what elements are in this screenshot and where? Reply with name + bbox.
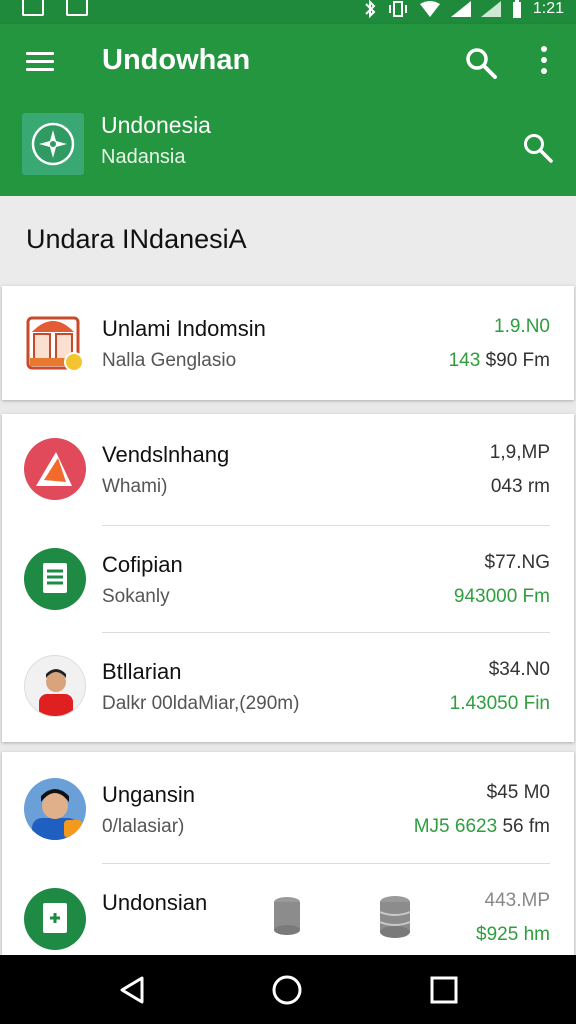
item-subtitle: Nalla Genglasio: [102, 350, 237, 371]
list-item[interactable]: Ungansin 0/lalasiar) $45 M0 MJ5 6623 56 …: [2, 756, 574, 862]
screenshot-notification-icon: [22, 0, 44, 16]
item-value-bottom-rest: $90 Fm: [480, 350, 550, 371]
shop-icon: [24, 312, 86, 374]
item-value-top: $77.NG: [484, 552, 550, 573]
item-value-top: 1.9.N0: [494, 316, 550, 337]
item-name: Unlami Indomsin: [102, 316, 266, 341]
item-value-bottom: 043 rm: [490, 476, 550, 497]
item-value-top: 1,9,MP: [489, 442, 550, 463]
app-title: Undowhan: [102, 44, 251, 76]
item-value-bottom-rest: 56 fm: [497, 816, 550, 837]
item-value-bottom: $925 hm: [476, 924, 550, 945]
item-value-bottom-green: 143: [448, 350, 481, 371]
person-avatar: [24, 655, 86, 717]
item-value-bottom: MJ5 6623 56 fm: [414, 816, 550, 838]
list-item[interactable]: Btllarian Dalkr 00ldaMiar,(290m) $34.N0 …: [2, 633, 574, 739]
battery-icon: [512, 0, 521, 18]
home-icon[interactable]: [270, 973, 304, 1007]
signal-icon-2: [480, 1, 501, 17]
signal-icon: [450, 1, 471, 17]
item-name: Vendslnhang: [102, 442, 230, 467]
item-subtitle: Dalkr 00ldaMiar,(290m): [102, 693, 300, 714]
item-subtitle: Sokanly: [102, 586, 170, 607]
database-icon: [379, 896, 411, 938]
account-logo[interactable]: [22, 113, 84, 175]
item-name: Undonsian: [102, 890, 208, 915]
status-bar: 1:21: [0, 0, 576, 24]
app-bar: Undowhan Undonesia Nadansia: [0, 24, 576, 196]
list-item[interactable]: Unlami Indomsin Nalla Genglasio 1.9.N0 1…: [2, 290, 574, 396]
person-avatar: [24, 778, 86, 840]
star-emblem-icon: [31, 122, 75, 166]
list-item[interactable]: Vendslnhang Whami) 1,9,MP 043 rm: [2, 416, 574, 522]
vibrate-icon: [388, 1, 407, 17]
item-name: Cofipian: [102, 552, 183, 577]
account-subtitle: Nadansia: [101, 146, 186, 168]
item-subtitle: Whami): [102, 476, 168, 497]
item-value-bottom: 1.43050 Fin: [449, 693, 550, 714]
item-value-top: 443.MP: [484, 890, 550, 911]
item-value-bottom: 943000 Fm: [453, 586, 550, 607]
image-notification-icon: [66, 0, 88, 16]
add-document-icon: [24, 888, 86, 950]
section-title: Undara INdanesiA: [26, 224, 247, 254]
section-header: Undara INdanesiA: [0, 196, 576, 284]
search-icon[interactable]: [464, 46, 498, 80]
wifi-icon: [419, 1, 440, 17]
list-card: Vendslnhang Whami) 1,9,MP 043 rm Cofipia…: [2, 414, 574, 742]
item-value-top: $45 M0: [486, 782, 550, 803]
item-value-bottom-green: MJ5 6623: [413, 816, 498, 837]
cylinder-icon: [274, 897, 300, 935]
item-subtitle: 0/lalasiar): [102, 816, 185, 837]
back-icon[interactable]: [116, 973, 150, 1007]
recents-icon[interactable]: [427, 973, 461, 1007]
item-value-top: $34.N0: [488, 659, 550, 680]
more-options-icon[interactable]: [534, 46, 554, 80]
account-name: Undonesia: [101, 112, 211, 138]
list-item[interactable]: Cofipian Sokanly $77.NG 943000 Fm: [2, 526, 574, 632]
item-name: Ungansin: [102, 782, 195, 807]
red-logo-icon: [24, 438, 86, 500]
list-card: Unlami Indomsin Nalla Genglasio 1.9.N0 1…: [2, 286, 574, 400]
list-card: Ungansin 0/lalasiar) $45 M0 MJ5 6623 56 …: [2, 752, 574, 962]
status-time: 1:21: [532, 0, 564, 17]
navigation-bar: [0, 955, 576, 1024]
account-search-icon[interactable]: [522, 132, 554, 164]
document-icon: [24, 548, 86, 610]
menu-icon[interactable]: [26, 52, 54, 72]
item-value-bottom: 143 $90 Fm: [449, 350, 550, 372]
bluetooth-icon: [365, 0, 376, 18]
item-name: Btllarian: [102, 659, 182, 684]
